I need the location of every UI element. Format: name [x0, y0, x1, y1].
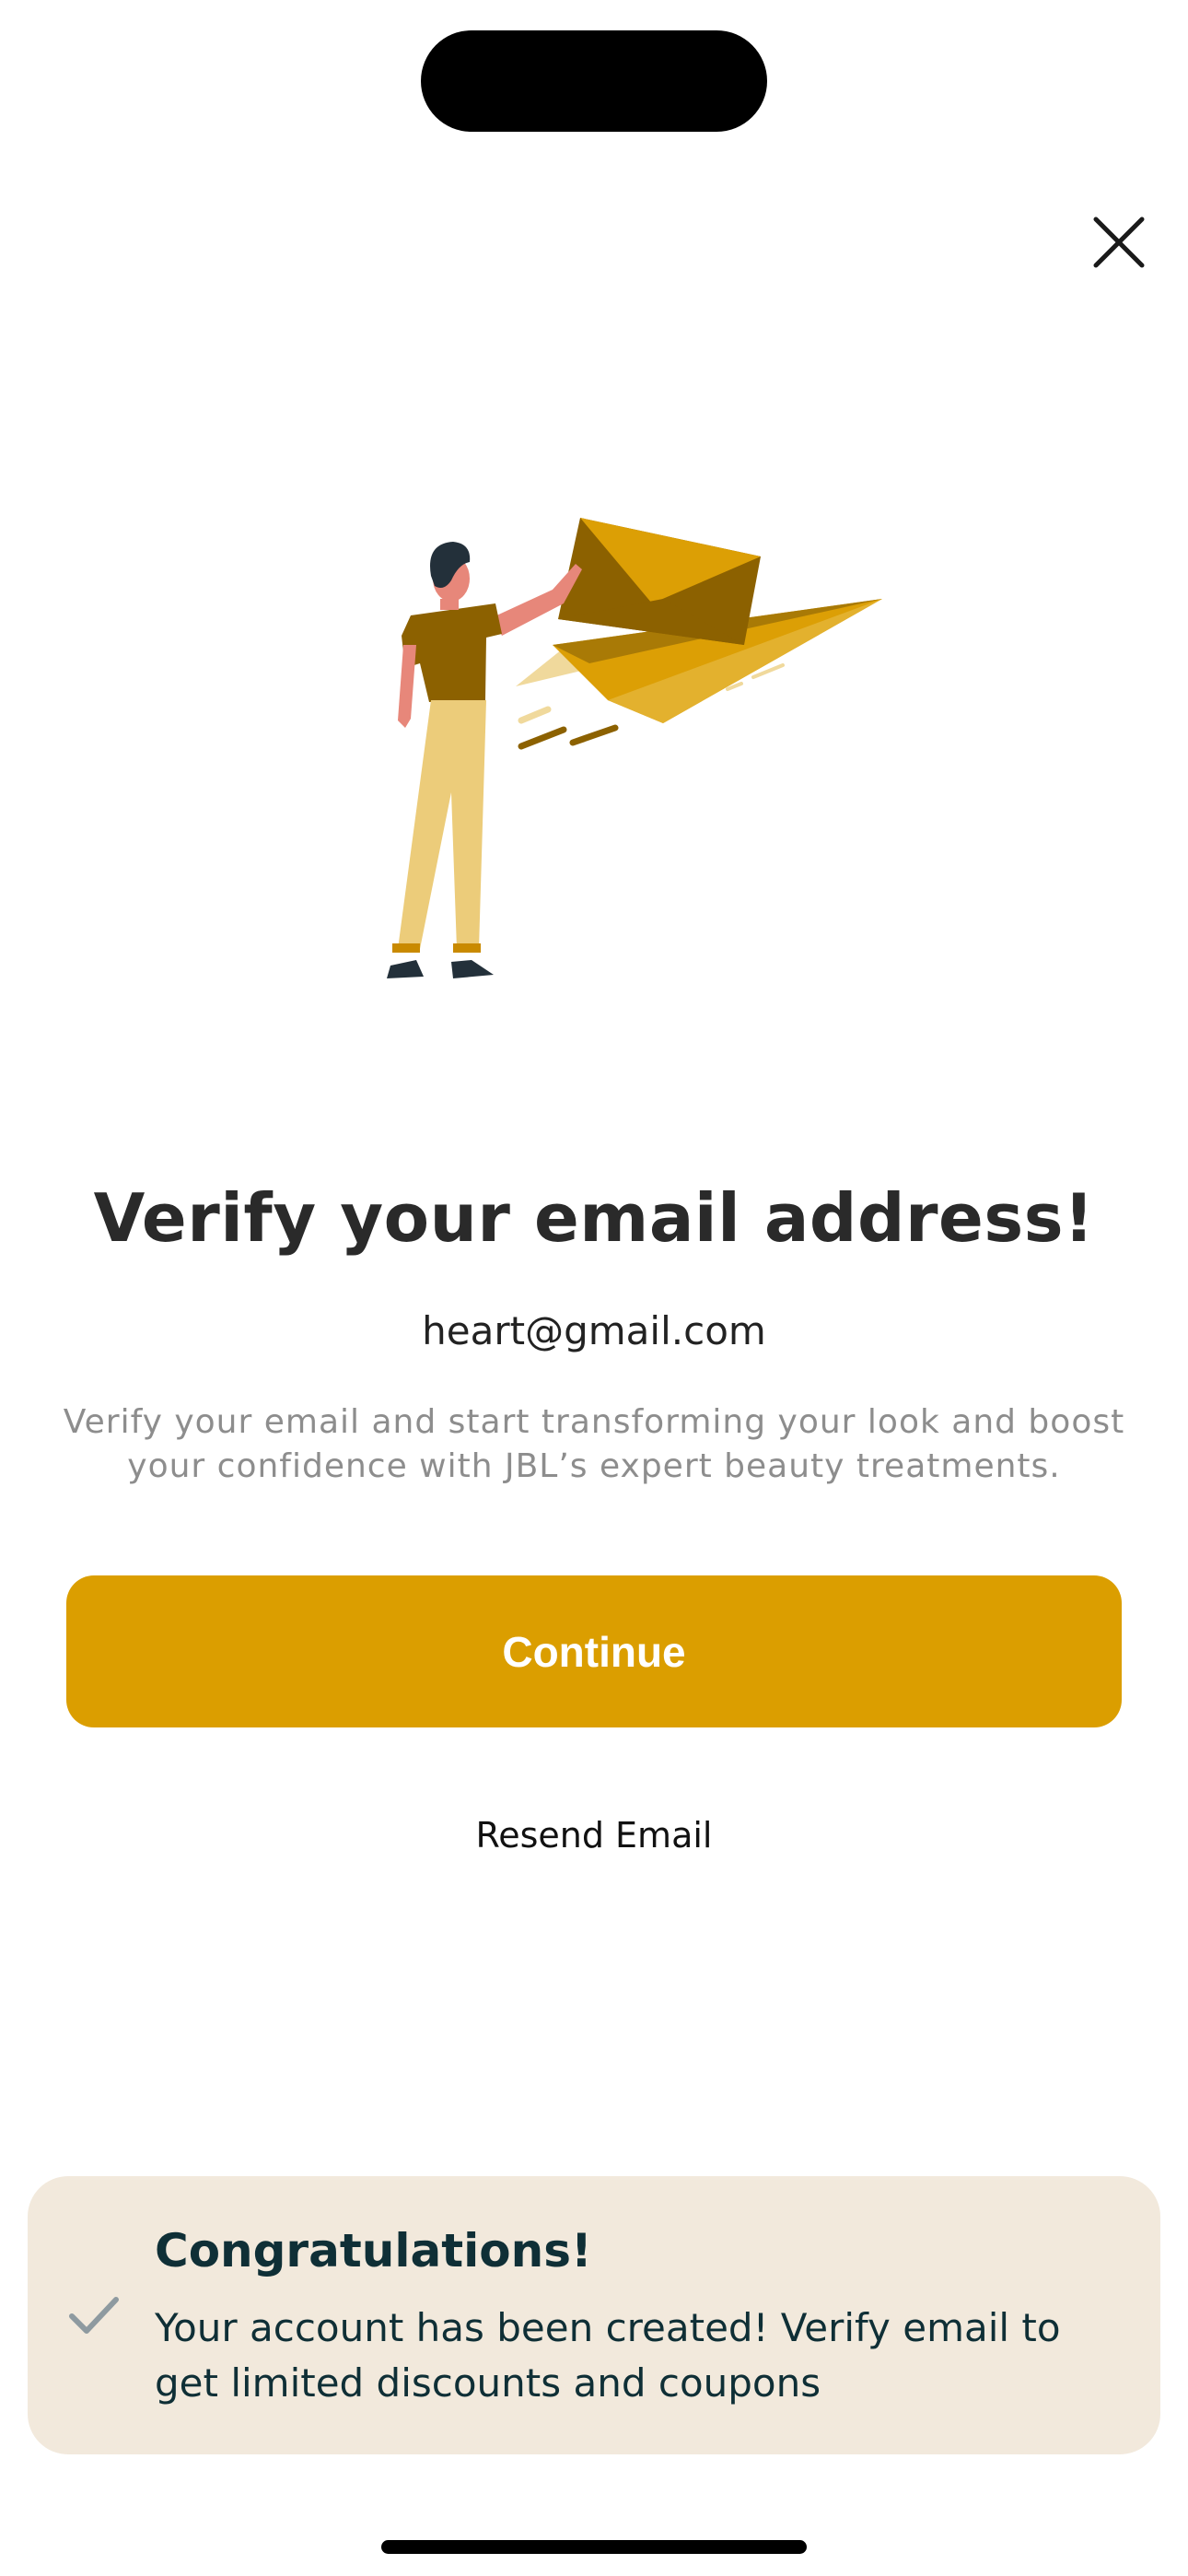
description-text: Verify your email and start transforming… [63, 1403, 1125, 1485]
success-toast: Congratulations! Your account has been c… [28, 2176, 1160, 2454]
home-indicator [381, 2540, 807, 2554]
toast-title: Congratulations! [155, 2224, 592, 2277]
toast-message: Your account has been created! Verify em… [155, 2305, 1061, 2406]
person-sending-envelope-illustration [387, 518, 882, 978]
resend-email-link[interactable]: Resend Email [0, 1815, 1188, 1856]
continue-button[interactable]: Continue [66, 1575, 1122, 1727]
email-address: heart@gmail.com [422, 1308, 766, 1353]
page-title: Verify your email address! [93, 1179, 1095, 1257]
check-icon [69, 2297, 119, 2334]
